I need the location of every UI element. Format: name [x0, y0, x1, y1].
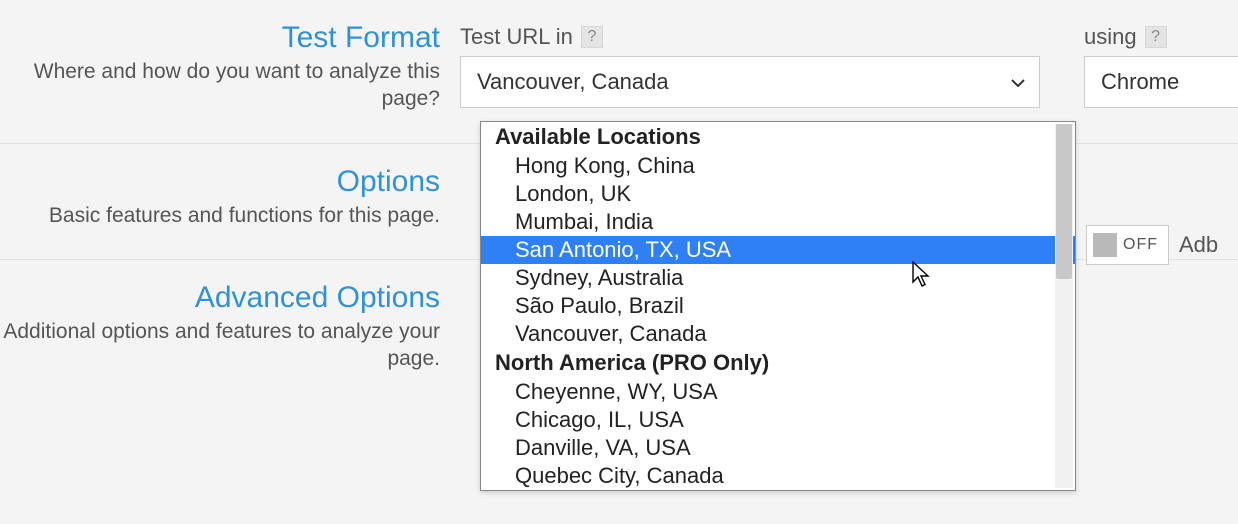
section-header: Advanced Options Additional options and … [0, 280, 460, 373]
browser-select[interactable]: Chrome [1084, 56, 1238, 108]
help-icon[interactable]: ? [1145, 26, 1167, 48]
location-option[interactable]: Hong Kong, China [481, 152, 1075, 180]
location-option[interactable]: São Paulo, Brazil [481, 292, 1075, 320]
location-option[interactable]: Quebec City, Canada [481, 462, 1075, 490]
location-select[interactable]: Vancouver, Canada [460, 56, 1040, 108]
section-header: Options Basic features and functions for… [0, 164, 460, 229]
location-option[interactable]: Vancouver, Canada [481, 320, 1075, 348]
browser-selected-value: Chrome [1101, 69, 1179, 95]
section-desc: Where and how do you want to analyze thi… [0, 58, 440, 113]
scrollbar[interactable] [1055, 124, 1073, 488]
toggle-knob [1093, 233, 1117, 257]
location-option[interactable]: Chicago, IL, USA [481, 406, 1075, 434]
section-desc: Basic features and functions for this pa… [0, 202, 440, 229]
location-selected-value: Vancouver, Canada [477, 69, 669, 95]
location-option[interactable]: Mumbai, India [481, 208, 1075, 236]
scrollbar-thumb[interactable] [1056, 124, 1072, 279]
section-desc: Additional options and features to analy… [0, 318, 440, 373]
section-title: Test Format [0, 20, 440, 56]
section-header: Test Format Where and how do you want to… [0, 20, 460, 113]
location-option[interactable]: Cheyenne, WY, USA [481, 378, 1075, 406]
toggle-state: OFF [1123, 236, 1158, 254]
browser-label: using [1084, 24, 1137, 50]
location-group-label: Available Locations [481, 122, 1075, 152]
adblock-toggle[interactable]: OFF [1086, 225, 1169, 265]
location-group-label: North America (PRO Only) [481, 348, 1075, 378]
browser-label-row: using ? [1084, 24, 1238, 50]
location-option[interactable]: San Antonio, TX, USA [481, 236, 1075, 264]
browser-field: using ? Chrome [1084, 24, 1238, 108]
help-icon[interactable]: ? [581, 26, 603, 48]
location-option[interactable]: London, UK [481, 180, 1075, 208]
chevron-down-icon [1011, 74, 1025, 90]
location-dropdown[interactable]: Available LocationsHong Kong, ChinaLondo… [480, 121, 1076, 491]
location-option[interactable]: Sydney, Australia [481, 264, 1075, 292]
location-label: Test URL in [460, 24, 573, 50]
section-title: Options [0, 164, 440, 200]
adblock-field: OFF Adb [1086, 225, 1218, 265]
section-title: Advanced Options [0, 280, 440, 316]
adblock-label: Adb [1179, 232, 1218, 258]
location-option[interactable]: Danville, VA, USA [481, 434, 1075, 462]
